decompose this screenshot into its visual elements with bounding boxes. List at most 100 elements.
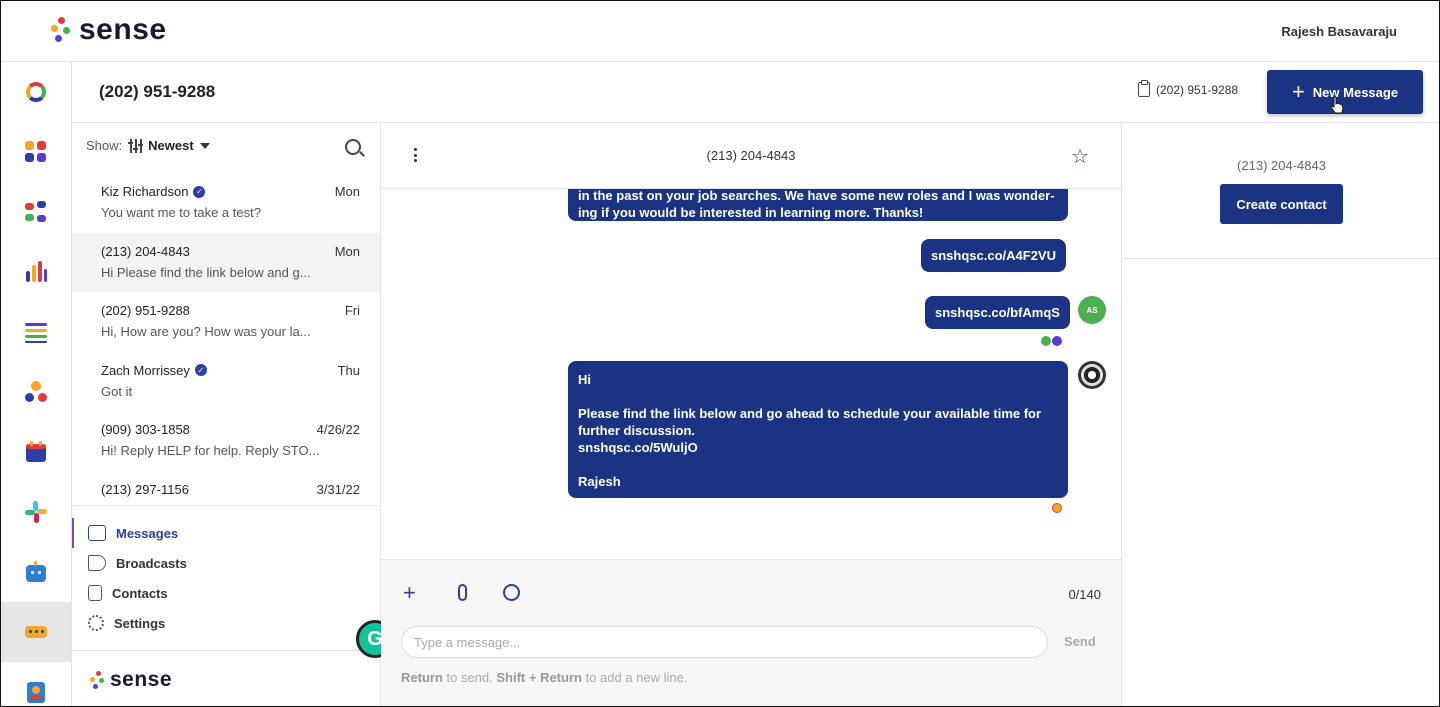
rail-bot-icon[interactable] [1, 542, 71, 602]
workflow-icon [25, 201, 47, 223]
nav-settings-label: Settings [114, 615, 166, 631]
dashboard-icon [25, 141, 47, 163]
search-icon[interactable] [345, 139, 361, 155]
conversation-item[interactable]: Kiz Richardson ✓ Mon You want me to take a … [72, 173, 380, 233]
hint-mid: to send. [442, 670, 497, 685]
plus-icon: + [1291, 79, 1305, 104]
conversation-name: Zach Morrissey ✓ [101, 363, 360, 378]
message-thread: in the past on your job searches. We hav… [381, 189, 1121, 559]
add-icon[interactable]: + [403, 580, 416, 606]
calendar-icon [25, 441, 47, 463]
verified-icon: ✓ [193, 185, 206, 198]
conversation-name-text: (202) 951-9288 [101, 303, 190, 318]
bot-icon [25, 561, 47, 583]
rail-workflow-icon[interactable] [1, 182, 71, 242]
attachment-icon[interactable] [458, 584, 467, 601]
user-name[interactable]: Rajesh Basavaraju [1281, 24, 1397, 39]
app-window: sense Rajesh Basavaraju (202) 951-9288 (… [0, 0, 1440, 707]
star-icon[interactable]: ☆ [1071, 144, 1089, 169]
send-button[interactable]: Send [1064, 634, 1096, 649]
conversation-name-text: Kiz Richardson [101, 184, 189, 199]
contact-card-icon [88, 585, 102, 601]
rail-list-icon[interactable] [1, 302, 71, 362]
message-bubble-partial: in the past on your job searches. We hav… [568, 189, 1068, 221]
rail-messages-icon[interactable] [1, 602, 71, 662]
megaphone-icon [88, 555, 106, 571]
ring-icon [26, 82, 46, 102]
composer-hint: Return to send. Shift + Return to add a … [401, 670, 688, 685]
active-line-phone-text: (202) 951-9288 [1156, 82, 1239, 97]
conversation-preview: Hi, How are you? How was your la... [101, 324, 311, 339]
section-nav: Messages Broadcasts Contacts Settings [72, 505, 380, 650]
conversation-item[interactable]: (202) 951-9288 Fri Hi, How are you? How wa… [72, 292, 380, 352]
rail-analytics-icon[interactable] [1, 242, 71, 302]
footer-logo: sense [72, 650, 380, 706]
hint-end: to add a new line. [581, 670, 688, 685]
nav-contacts-label: Contacts [112, 585, 168, 601]
conversation-name-text: (213) 297-1156 [101, 481, 189, 497]
contact-phone: (213) 204-4843 [1237, 158, 1326, 173]
sort-filter[interactable]: Show: Newest [86, 138, 210, 153]
nav-messages-label: Messages [116, 525, 179, 541]
read-receipt-avatar [1052, 336, 1062, 346]
conversation-name-text: (213) 204-4843 [101, 243, 190, 259]
conversation-time: Fri [344, 303, 360, 318]
message-input[interactable] [401, 626, 1048, 658]
show-label: Show: [86, 138, 123, 153]
avatar [1078, 361, 1106, 389]
sense-logo[interactable]: sense [49, 13, 167, 47]
conversation-list-pane: Show: Newest Kiz Richardson ✓ Mon You want … [72, 123, 381, 706]
message-bubble-link1[interactable]: snshqsc.co/A4F2VU [921, 239, 1066, 272]
slack-icon [25, 501, 47, 523]
message-bubble-main: Hi Please find the link below and go ahe… [568, 361, 1068, 498]
conversation-item[interactable]: (213) 297-11563/31/22Hi! This is ... [72, 471, 380, 506]
nav-contacts[interactable]: Contacts [72, 578, 380, 608]
nav-broadcasts[interactable]: Broadcasts [72, 548, 380, 578]
verified-icon: ✓ [194, 364, 207, 376]
nav-settings[interactable]: Settings [72, 608, 380, 638]
rail-contacts-book-icon[interactable] [1, 662, 71, 706]
rail-people-icon[interactable] [1, 362, 71, 422]
hint-return: Return [401, 670, 443, 685]
clipboard-icon [1138, 80, 1150, 97]
active-line-phone[interactable]: (202) 951-9288 [1138, 80, 1239, 97]
rail-slack-icon[interactable] [1, 482, 71, 542]
rail-calendar-icon[interactable] [1, 422, 71, 482]
conversation-preview: Got it [101, 383, 133, 399]
filter-icon [128, 138, 144, 153]
rail-ring-icon[interactable] [1, 62, 71, 122]
read-receipt-avatar [1052, 503, 1062, 513]
emoji-icon[interactable] [503, 584, 520, 601]
conversation-time: Mon [334, 184, 360, 199]
logo-text: sense [79, 13, 167, 46]
conversation-item[interactable]: (909) 303-1858 4/26/22 Hi! Reply HELP for … [72, 411, 380, 471]
conversation-name-text: (909) 303-1858 [101, 422, 190, 437]
message-bubble-link2[interactable]: snshqsc.co/bfAmqS [925, 296, 1070, 329]
logo-dots-icon [49, 15, 71, 45]
read-receipt-avatar [1041, 336, 1051, 346]
conversation-preview: Hi Please find the link below and g... [101, 264, 311, 280]
conversation-item[interactable]: Zach Morrissey ✓ Thu Got it [72, 352, 380, 412]
chat-title: (213) 204-4843 [706, 148, 796, 163]
sort-value: Newest [148, 138, 194, 153]
conversation-list: Kiz Richardson ✓ Mon You want me to take a … [72, 173, 380, 505]
gear-icon [88, 615, 104, 631]
create-contact-button[interactable]: Create contact [1220, 184, 1343, 224]
conversation-name: (213) 204-4843 [101, 244, 360, 259]
nav-messages[interactable]: Messages [72, 518, 380, 548]
account-phone-number: (202) 951-9288 [99, 82, 216, 101]
nav-broadcasts-label: Broadcasts [116, 555, 187, 571]
chat-header: (213) 204-4843 ☆ [381, 123, 1121, 189]
people-icon [25, 381, 47, 403]
top-bar: sense Rajesh Basavaraju [1, 1, 1439, 62]
conversation-item[interactable]: (213) 204-4843 Mon Hi Please find the link… [72, 232, 380, 292]
conversation-name: (202) 951-9288 [101, 303, 360, 318]
message-composer: + 0/140 Send Return to send. Shift + Ret… [381, 559, 1121, 706]
footer-logo-text: sense [110, 667, 173, 691]
rail-dashboard-icon[interactable] [1, 122, 71, 182]
messages-icon [25, 621, 47, 643]
chat-bubbles-icon [88, 525, 106, 541]
analytics-icon [25, 261, 47, 283]
new-message-button[interactable]: + New Message [1267, 70, 1423, 114]
header-row: (202) 951-9288 (202) 951-9288 + New Mess… [72, 62, 1439, 123]
